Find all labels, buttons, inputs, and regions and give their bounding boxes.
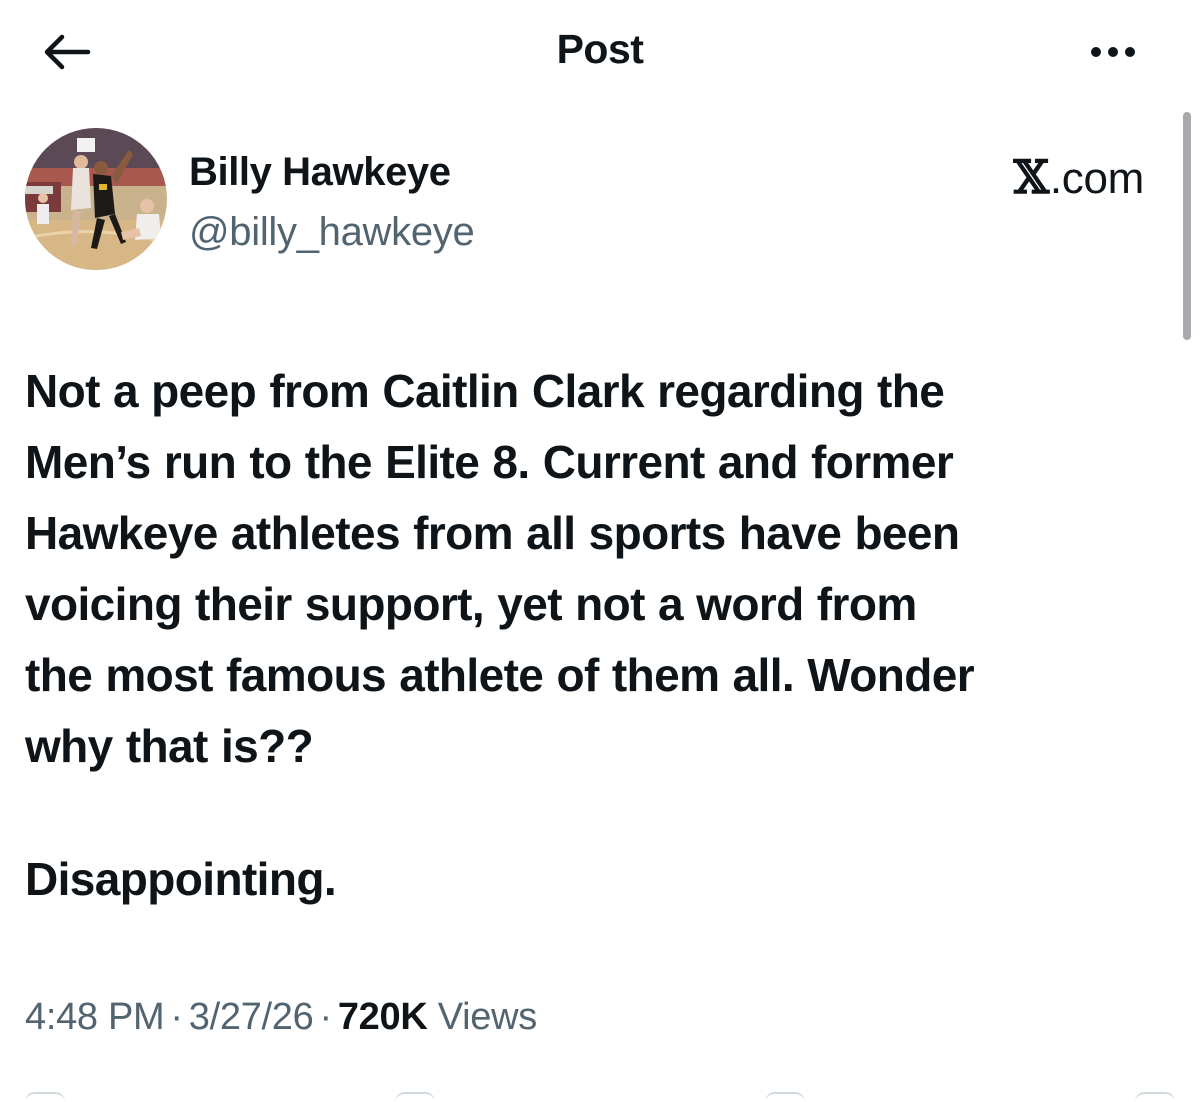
- post-text-closing: Disappointing.: [25, 853, 337, 905]
- scrollbar[interactable]: [1183, 112, 1191, 340]
- separator: ·: [170, 996, 183, 1038]
- separator: ·: [319, 996, 332, 1038]
- more-horizontal-icon: [1091, 47, 1101, 57]
- action-bar-edge: [25, 1092, 1175, 1100]
- post-time[interactable]: 4:48 PM: [25, 996, 165, 1038]
- author-name[interactable]: Billy Hawkeye: [189, 150, 451, 195]
- page-title: Post: [556, 26, 644, 72]
- post-text: Not a peep from Caitlin Clark regarding …: [25, 365, 975, 772]
- x-logo-icon: 𝕏: [1013, 150, 1049, 204]
- basketball-photo-avatar: [25, 128, 167, 270]
- avatar[interactable]: [25, 128, 167, 270]
- views-count: 720K: [337, 996, 428, 1038]
- views-label: Views: [437, 996, 537, 1038]
- post-date[interactable]: 3/27/26: [189, 996, 314, 1038]
- post-metadata: 4:48 PM · 3/27/26 · 720K Views: [25, 996, 537, 1039]
- source-domain: .com: [1049, 154, 1144, 203]
- author-handle[interactable]: @billy_hawkeye: [189, 210, 475, 255]
- source-label: 𝕏 .com: [1013, 150, 1144, 204]
- top-bar: Post: [0, 0, 1200, 100]
- more-options-button[interactable]: [1078, 34, 1148, 70]
